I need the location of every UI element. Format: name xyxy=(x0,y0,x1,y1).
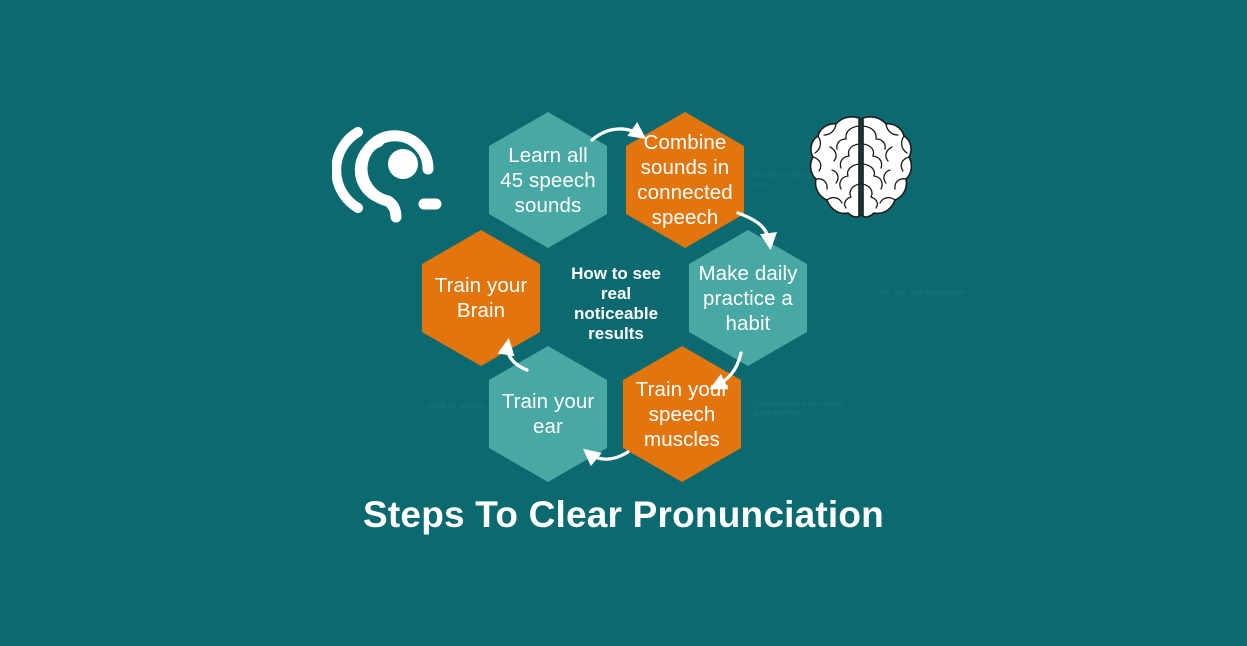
hex-label-learn-sounds: Learn all 45 speech sounds xyxy=(500,143,596,217)
brain-icon xyxy=(806,112,916,222)
hex-step-speech-muscles[interactable]: Train your speech muscles xyxy=(623,346,741,482)
infographic-canvas: Illustrate a step by step Go viral, high… xyxy=(0,0,1247,646)
note-context: Contextualizes your content, grabs atten… xyxy=(753,401,845,417)
center-caption: How to see real noticeable results xyxy=(571,264,661,343)
arrow-learn-to-combine xyxy=(590,122,647,142)
hex-label-combine-sounds: Combine sounds in connected speech xyxy=(637,131,733,229)
hex-step-train-brain[interactable]: Train your Brain xyxy=(422,230,540,366)
hex-step-daily-practice[interactable]: Make daily practice a habit xyxy=(689,230,807,366)
page-title: Steps To Clear Pronunciation xyxy=(363,494,884,535)
hex-label-daily-practice: Make daily practice a habit xyxy=(698,261,798,335)
hex-step-learn-sounds[interactable]: Learn all 45 speech sounds xyxy=(489,112,607,248)
hex-label-train-brain: Train your Brain xyxy=(434,274,528,322)
hex-step-combine-sounds[interactable]: Combine sounds in connected speech xyxy=(626,112,744,248)
hex-step-train-ear[interactable]: Train your ear xyxy=(489,346,607,482)
note-brain: Illustrate a step by step xyxy=(753,172,812,188)
hex-label-train-ear: Train your ear xyxy=(501,390,595,438)
hex-label-speech-muscles: Train your speech muscles xyxy=(635,377,729,451)
note-viral: Go viral, high engagement xyxy=(881,290,966,297)
ear-hearing-icon xyxy=(331,112,442,227)
